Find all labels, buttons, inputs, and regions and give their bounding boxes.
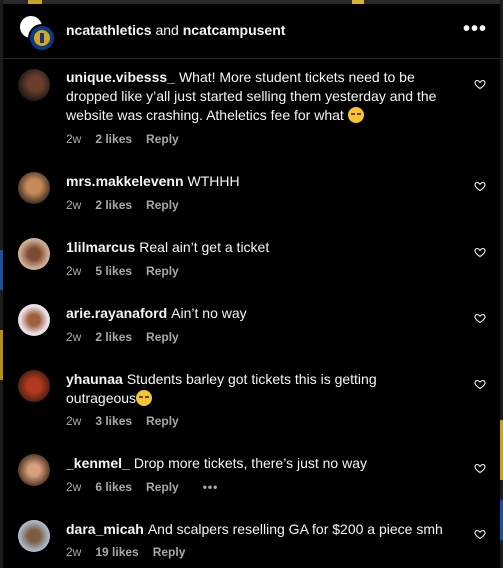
comment-text: _kenmel_ Drop more tickets, there’s just … xyxy=(66,454,456,473)
comment-more-button[interactable]: ••• xyxy=(203,480,219,494)
avatar[interactable] xyxy=(18,370,50,402)
author-link-ncatcampusent[interactable]: ncatcampusent xyxy=(183,22,286,38)
avatar[interactable] xyxy=(18,172,50,204)
comment-meta: 2w 2 likes Reply xyxy=(66,198,179,212)
like-heart-icon[interactable] xyxy=(474,462,486,474)
more-options-button[interactable]: ••• xyxy=(463,18,487,41)
comment-likes[interactable]: 3 likes xyxy=(95,414,132,428)
avatar[interactable] xyxy=(18,520,50,552)
author-link-ncatathletics[interactable]: ncatathletics xyxy=(66,22,152,38)
comment-username[interactable]: arie.rayanaford xyxy=(66,305,167,321)
comment-text: dara_micah And scalpers reselling GA for … xyxy=(66,520,456,539)
comment-meta: 2w 3 likes Reply xyxy=(66,414,179,428)
collab-avatar[interactable] xyxy=(18,14,56,52)
ncatathletics-avatar xyxy=(28,24,56,52)
reply-button[interactable]: Reply xyxy=(146,480,179,494)
comment-username[interactable]: yhaunaa xyxy=(66,371,123,387)
comment-likes[interactable]: 2 likes xyxy=(95,198,132,212)
comment-body: Drop more tickets, there’s just no way xyxy=(133,455,367,471)
reply-button[interactable]: Reply xyxy=(146,264,179,278)
like-heart-icon[interactable] xyxy=(474,78,486,90)
avatar[interactable] xyxy=(18,69,50,101)
reply-button[interactable]: Reply xyxy=(146,414,179,428)
comment-body: Real ain’t get a ticket xyxy=(139,239,270,255)
avatar[interactable] xyxy=(18,238,50,270)
comment-meta: 2w 5 likes Reply xyxy=(66,264,179,278)
comment-likes[interactable]: 5 likes xyxy=(95,264,132,278)
comment-text: unique.vibesss_ What! More student ticket… xyxy=(66,68,456,125)
post-authors: ncatathletics and ncatcampusent xyxy=(66,22,285,38)
crying-face-icon xyxy=(136,390,153,406)
left-edge-strip xyxy=(0,0,3,568)
reply-button[interactable]: Reply xyxy=(146,330,179,344)
comment-likes[interactable]: 6 likes xyxy=(95,480,132,494)
comment-username[interactable]: 1lilmarcus xyxy=(66,239,135,255)
author-joiner: and xyxy=(155,22,179,38)
university-seal-icon xyxy=(34,30,50,46)
like-heart-icon[interactable] xyxy=(474,180,486,192)
comment-likes[interactable]: 19 likes xyxy=(95,545,138,559)
comment-meta: 2w 19 likes Reply xyxy=(66,545,185,559)
like-heart-icon[interactable] xyxy=(474,378,486,390)
reply-button[interactable]: Reply xyxy=(146,198,179,212)
avatar[interactable] xyxy=(18,304,50,336)
avatar[interactable] xyxy=(18,454,50,486)
comment-text: 1lilmarcus Real ain’t get a ticket xyxy=(66,238,456,257)
comment-meta: 2w 2 likes Reply xyxy=(66,132,179,146)
comment-time: 2w xyxy=(66,480,82,494)
reply-button[interactable]: Reply xyxy=(146,132,179,146)
comment-time: 2w xyxy=(66,545,82,559)
comment-body: WTHHH xyxy=(187,173,240,189)
comment-meta: 2w 2 likes Reply xyxy=(66,330,179,344)
comment-time: 2w xyxy=(66,198,82,212)
like-heart-icon[interactable] xyxy=(474,528,486,540)
reply-button[interactable]: Reply xyxy=(153,545,186,559)
comment-username[interactable]: dara_micah xyxy=(66,521,144,537)
comment-text: mrs.makkelevenn WTHHH xyxy=(66,172,456,191)
post-header: ncatathletics and ncatcampusent ••• xyxy=(0,4,503,59)
comment-username[interactable]: unique.vibesss_ xyxy=(66,69,175,85)
like-heart-icon[interactable] xyxy=(474,246,486,258)
comment-username[interactable]: mrs.makkelevenn xyxy=(66,173,184,189)
comment-body: Ain’t no way xyxy=(171,305,247,321)
crying-face-icon xyxy=(347,107,364,123)
comment-likes[interactable]: 2 likes xyxy=(95,132,132,146)
comment-username[interactable]: _kenmel_ xyxy=(66,455,130,471)
comment-body: And scalpers reselling GA for $200 a pie… xyxy=(147,521,443,537)
comment-time: 2w xyxy=(66,330,82,344)
comment-text: yhaunaa Students barley got tickets this … xyxy=(66,370,426,408)
like-heart-icon[interactable] xyxy=(474,312,486,324)
comment-time: 2w xyxy=(66,132,82,146)
comment-likes[interactable]: 2 likes xyxy=(95,330,132,344)
comment-time: 2w xyxy=(66,264,82,278)
comment-time: 2w xyxy=(66,414,82,428)
comment-text: arie.rayanaford Ain’t no way xyxy=(66,304,456,323)
comment-meta: 2w 6 likes Reply ••• xyxy=(66,480,218,494)
